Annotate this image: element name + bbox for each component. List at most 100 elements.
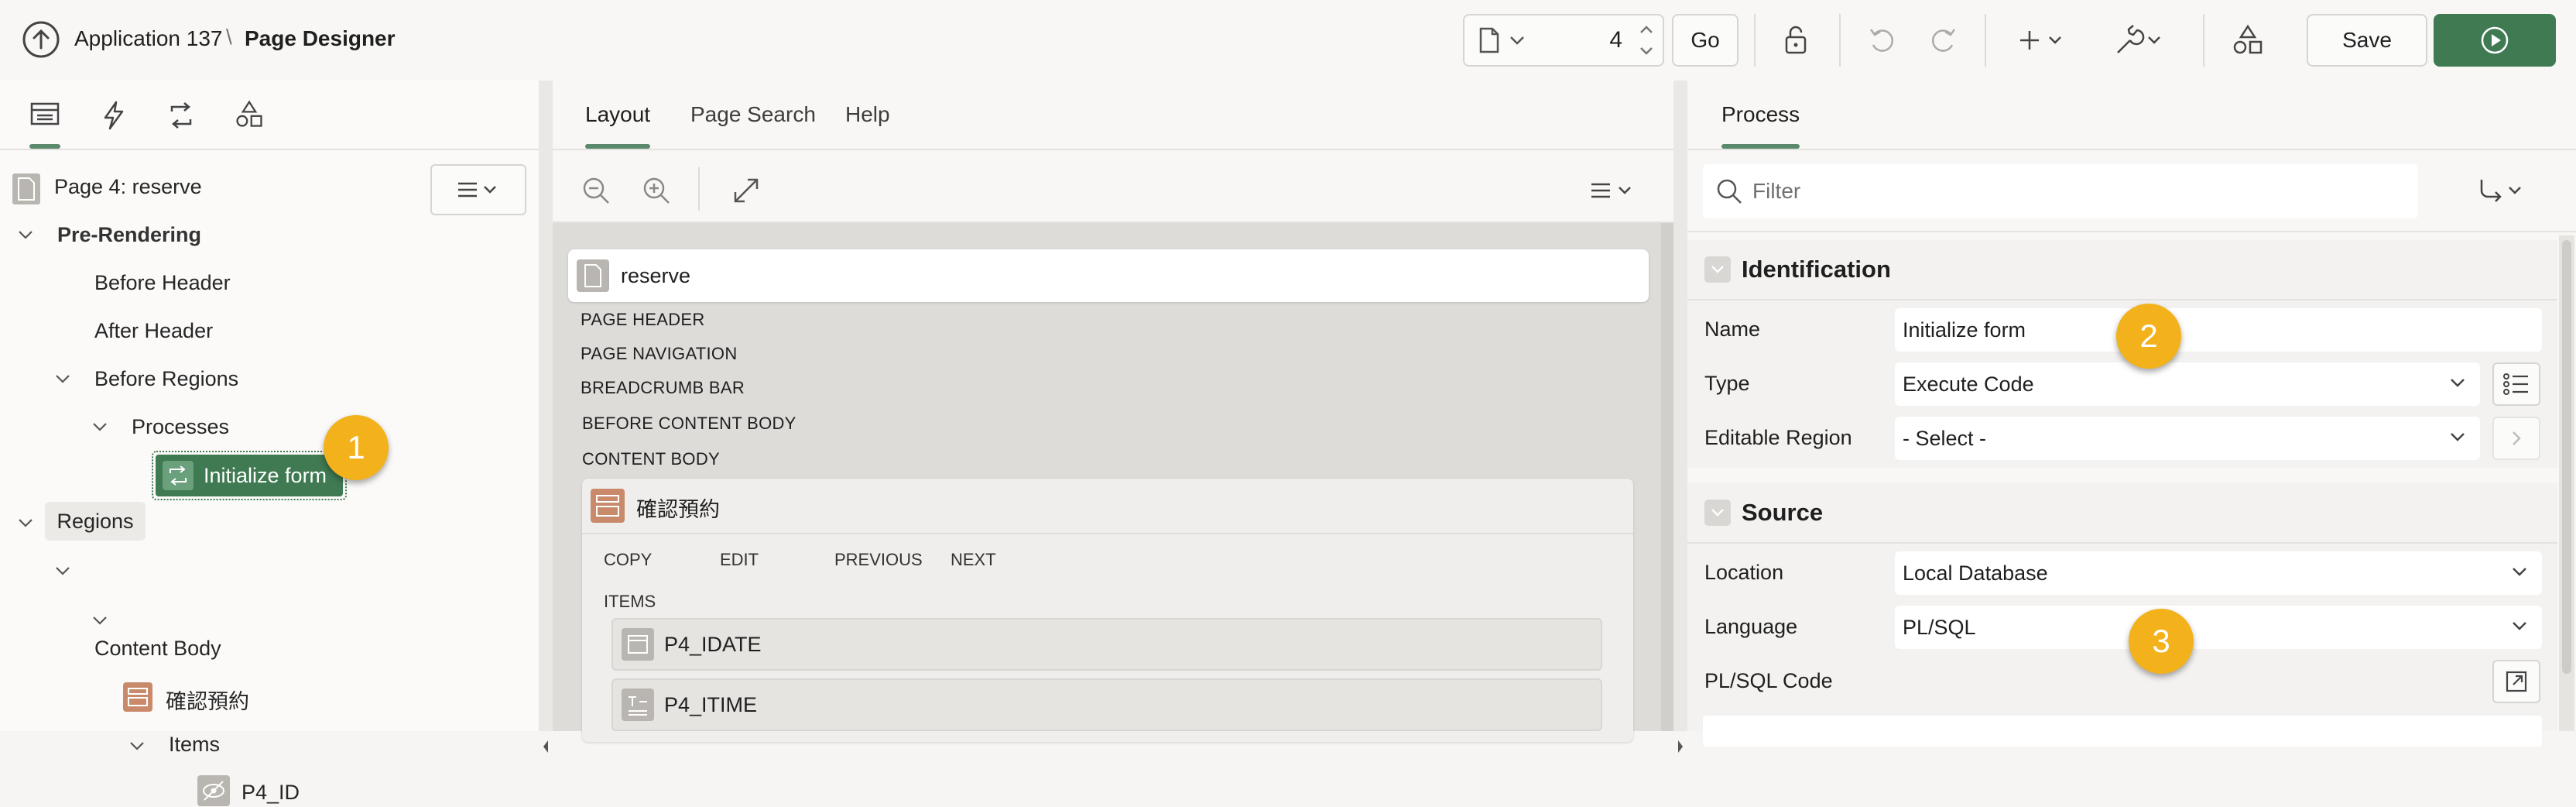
editable-region-label: Editable Region	[1704, 426, 1852, 449]
right-splitter[interactable]	[1673, 81, 1687, 753]
editable-region-value: - Select -	[1903, 426, 1987, 450]
undo-icon[interactable]	[1867, 25, 1898, 56]
position-before-content-body[interactable]: BEFORE CONTENT BODY	[582, 414, 796, 434]
tab-page-search-label: Page Search	[690, 102, 816, 126]
tree-node-processes[interactable]: Processes	[132, 415, 229, 439]
position-content-body[interactable]: CONTENT BODY	[582, 449, 720, 469]
utilities-wrench-icon[interactable]	[2113, 23, 2164, 57]
redo-icon[interactable]	[1927, 25, 1958, 56]
rendering-tab[interactable]	[29, 101, 65, 149]
button-position-previous[interactable]: PREVIOUS	[834, 550, 923, 570]
item-block-p4-itime[interactable]: P4_ITIME	[611, 678, 1602, 731]
region-block[interactable]: 確認預約 COPY EDIT PREVIOUS NEXT ITEMS P4_ID…	[582, 479, 1633, 742]
page-block[interactable]: reserve	[568, 249, 1649, 302]
dynamic-actions-lightning-icon[interactable]	[101, 101, 127, 130]
page-selector[interactable]: 4	[1463, 14, 1664, 67]
chevron-down-icon[interactable]	[17, 226, 34, 243]
expand-icon[interactable]	[731, 175, 762, 206]
shared-components-icon[interactable]	[2231, 23, 2265, 57]
tree-node-after-header[interactable]: After Header	[94, 319, 213, 343]
collapse-chevron-icon[interactable]	[1704, 256, 1731, 283]
processing-tab-icon[interactable]	[166, 101, 197, 130]
app-name-link[interactable]: Application 137	[74, 26, 222, 51]
name-value: Initialize form	[1903, 318, 2026, 342]
tree-node-items[interactable]: Items	[169, 733, 220, 757]
position-breadcrumb-bar[interactable]: BREADCRUMB BAR	[581, 378, 745, 398]
position-page-navigation[interactable]: PAGE NAVIGATION	[581, 344, 738, 364]
tree-node-pre-rendering[interactable]: Pre-Rendering	[57, 223, 201, 247]
position-page-header[interactable]: PAGE HEADER	[581, 310, 705, 330]
property-scrollbar[interactable]	[2559, 235, 2574, 731]
item-block-p4-idate[interactable]: P4_IDATE	[611, 618, 1602, 671]
up-arrow-icon[interactable]	[22, 20, 60, 59]
go-button-label: Go	[1690, 28, 1720, 52]
menu-lines-icon	[457, 180, 500, 199]
tab-layout[interactable]: Layout	[585, 81, 651, 149]
tab-process[interactable]: Process	[1721, 81, 1800, 149]
source-header[interactable]: Source	[1704, 491, 1823, 534]
page-icon	[576, 259, 610, 293]
tab-help[interactable]: Help	[845, 81, 890, 149]
chevron-down-icon[interactable]	[91, 418, 108, 435]
layout-menu-button[interactable]	[1590, 181, 1636, 200]
callout-badge-1: 1	[324, 415, 389, 480]
chevron-down-icon[interactable]	[54, 370, 71, 387]
page-node-label[interactable]: Page 4: reserve	[54, 175, 202, 199]
tree-node-p4-id[interactable]: P4_ID	[242, 781, 300, 805]
zoom-in-icon[interactable]	[641, 175, 672, 206]
page-number-input[interactable]: 4	[1609, 27, 1622, 53]
left-splitter[interactable]	[539, 81, 553, 753]
language-select[interactable]: PL/SQL	[1895, 606, 2542, 649]
tree-node-before-header[interactable]: Before Header	[94, 271, 231, 295]
button-position-next[interactable]: NEXT	[951, 550, 996, 570]
left-pane: Page 4: reserve Pre-Rendering Before Hea…	[0, 81, 539, 806]
canvas-scrollbar[interactable]	[1661, 223, 1673, 731]
tab-layout-label: Layout	[585, 102, 651, 126]
editable-region-select[interactable]: - Select -	[1895, 417, 2480, 460]
editable-region-go-button[interactable]	[2492, 417, 2540, 460]
chevron-down-icon	[1509, 35, 1525, 46]
lock-icon[interactable]	[1780, 25, 1811, 56]
open-code-editor-button[interactable]	[2492, 660, 2540, 703]
go-to-group-button[interactable]	[2477, 177, 2526, 208]
save-button[interactable]: Save	[2307, 14, 2427, 67]
tree-node-regions[interactable]: Regions	[45, 502, 146, 541]
tree-node-content-body-label[interactable]: Content Body	[94, 637, 221, 661]
type-list-button[interactable]	[2492, 362, 2540, 406]
tree-node-before-regions[interactable]: Before Regions	[94, 367, 238, 391]
page-icon	[11, 172, 42, 206]
filter-input[interactable]: Filter	[1703, 164, 2418, 218]
type-select[interactable]: Execute Code	[1895, 362, 2480, 406]
go-button[interactable]: Go	[1672, 14, 1738, 67]
collapse-chevron-icon[interactable]	[1704, 500, 1731, 526]
chevron-down-icon[interactable]	[17, 514, 34, 531]
tree-node-region-name[interactable]: 確認預約	[166, 685, 249, 715]
page-icon	[1478, 27, 1500, 53]
create-menu-button[interactable]	[2019, 25, 2065, 56]
zoom-out-icon[interactable]	[581, 175, 611, 206]
identification-header[interactable]: Identification	[1704, 248, 1891, 291]
language-value: PL/SQL	[1903, 615, 1976, 639]
code-editor-area[interactable]	[1703, 716, 2542, 747]
button-position-copy[interactable]: COPY	[604, 550, 652, 570]
region-icon	[590, 488, 625, 524]
initialize-form-label: Initialize form	[204, 463, 327, 487]
chevron-down-icon[interactable]	[91, 612, 108, 629]
tree-node-initialize-form[interactable]: Initialize form	[152, 451, 347, 500]
chevron-down-icon	[2449, 376, 2466, 389]
name-input[interactable]: Initialize form	[1895, 308, 2542, 352]
item-name: P4_IDATE	[664, 632, 762, 656]
type-value: Execute Code	[1903, 372, 2034, 396]
chevron-down-icon[interactable]	[128, 737, 146, 754]
location-select[interactable]: Local Database	[1895, 551, 2542, 595]
page-number-stepper[interactable]	[1638, 20, 1655, 60]
chevron-down-icon[interactable]	[54, 562, 71, 579]
tree-view-menu-button[interactable]	[430, 164, 526, 215]
shared-components-tab-icon[interactable]	[234, 99, 265, 130]
tab-process-label: Process	[1721, 102, 1800, 126]
button-position-edit[interactable]: EDIT	[720, 550, 759, 570]
run-page-button[interactable]	[2434, 14, 2556, 67]
location-label: Location	[1704, 561, 1784, 584]
chevron-down-icon	[2449, 431, 2466, 443]
tab-page-search[interactable]: Page Search	[690, 81, 816, 149]
